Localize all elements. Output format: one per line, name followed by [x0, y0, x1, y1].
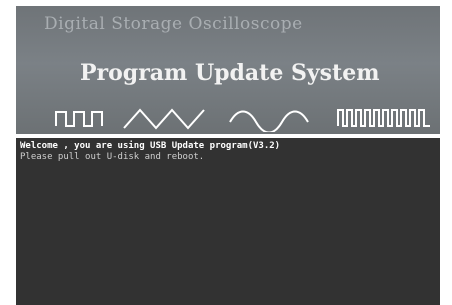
waveform-strip — [55, 108, 430, 132]
banner-divider — [16, 134, 440, 138]
pulse-train-icon — [337, 109, 430, 127]
reboot-instruction: Please pull out U-disk and reboot. — [20, 152, 205, 162]
brand-text: Digital Storage Oscilloscope — [44, 14, 303, 34]
page-title: Program Update System — [80, 60, 380, 86]
square-wave-icon — [55, 111, 103, 127]
update-banner: Digital Storage Oscilloscope Program Upd… — [16, 6, 440, 134]
console-output: Welcome , you are using USB Update progr… — [20, 141, 436, 163]
device-screen: Digital Storage Oscilloscope Program Upd… — [16, 6, 440, 305]
welcome-message: Welcome , you are using USB Update progr… — [20, 141, 281, 151]
sine-wave-icon — [229, 110, 309, 132]
triangle-wave-icon — [123, 108, 205, 130]
